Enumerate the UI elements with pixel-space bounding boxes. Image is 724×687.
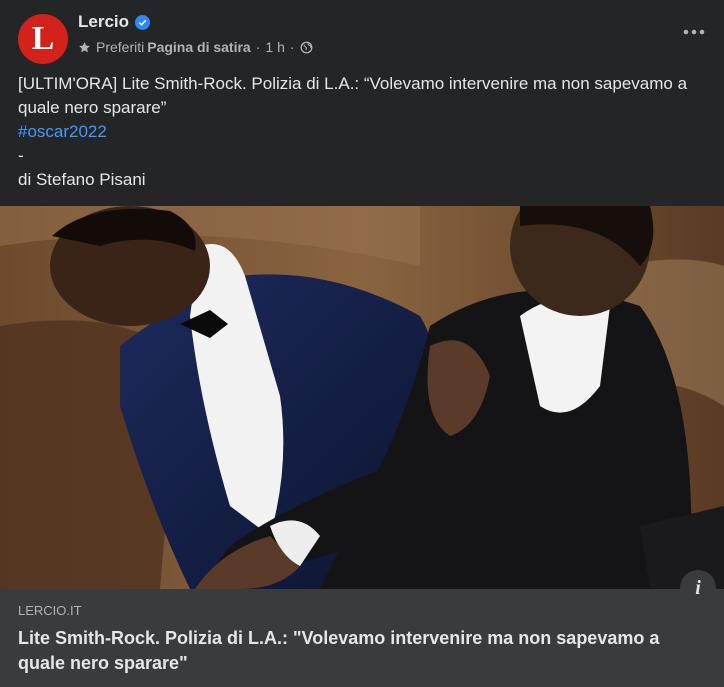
post-text: [ULTIM'ORA] Lite Smith-Rock. Polizia di …: [18, 72, 698, 192]
meta-separator: ·: [255, 39, 261, 55]
more-options-icon[interactable]: [682, 20, 706, 44]
verified-badge-icon: [135, 14, 151, 30]
meta-separator-2: ·: [289, 39, 295, 55]
star-icon: [79, 41, 90, 52]
globe-icon[interactable]: [300, 41, 313, 54]
post-time[interactable]: 1 h: [265, 39, 284, 55]
post-header: L Lercio Preferiti Pagina di satira · 1 h…: [0, 0, 724, 66]
post-photo: [0, 206, 724, 589]
link-title[interactable]: Lite Smith-Rock. Polizia di L.A.: "Volev…: [18, 626, 678, 676]
avatar[interactable]: L: [18, 14, 68, 64]
avatar-letter: L: [31, 20, 55, 57]
page-name-row: Lercio: [78, 12, 151, 32]
info-icon-glyph: i: [695, 576, 701, 599]
post-headline: [ULTIM'ORA] Lite Smith-Rock. Polizia di …: [18, 74, 688, 117]
page-type-label: Pagina di satira: [147, 39, 251, 55]
link-preview[interactable]: LERCIO.IT Lite Smith-Rock. Polizia di L.…: [0, 589, 724, 687]
page-name[interactable]: Lercio: [78, 12, 129, 32]
post-meta: Preferiti Pagina di satira · 1 h ·: [78, 39, 313, 55]
post-dash: -: [18, 146, 24, 165]
post-card: L Lercio Preferiti Pagina di satira · 1 h…: [0, 0, 724, 687]
post-byline: di Stefano Pisani: [18, 170, 146, 189]
hashtag-link[interactable]: #oscar2022: [18, 120, 698, 144]
preferiti-label[interactable]: Preferiti: [96, 39, 144, 55]
post-image[interactable]: [0, 206, 724, 589]
link-domain: LERCIO.IT: [18, 603, 82, 618]
info-icon[interactable]: i: [680, 570, 716, 606]
